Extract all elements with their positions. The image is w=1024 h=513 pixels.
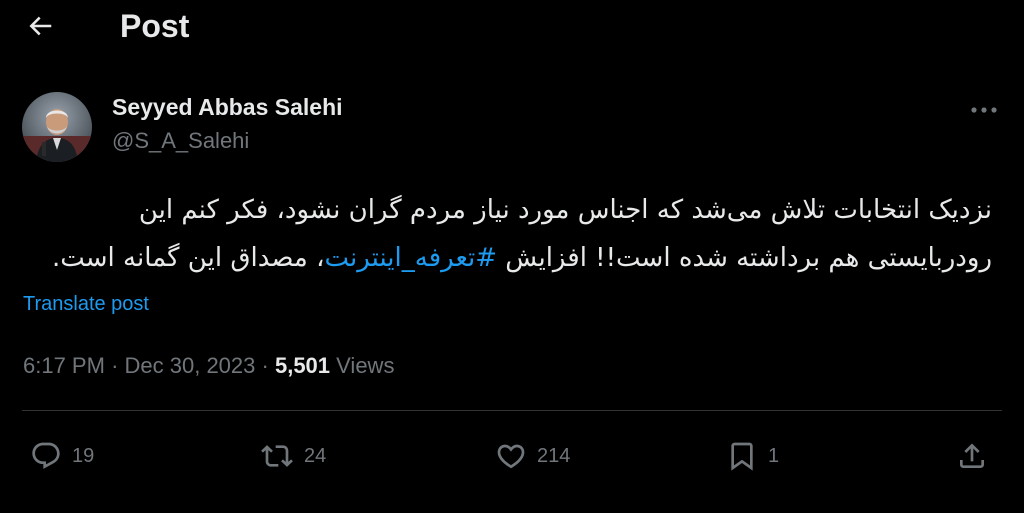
reply-button[interactable]: 19 xyxy=(30,436,94,476)
author-name[interactable]: Seyyed Abbas Salehi xyxy=(112,92,343,122)
hashtag-link[interactable]: #تعرفه_اینترنت xyxy=(325,243,498,273)
more-horizontal-icon xyxy=(971,107,997,113)
tweet-text: نزدیک انتخابات تلاش می‌شد که اجناس مورد … xyxy=(12,186,992,282)
tweet-line-2: رودربایستی هم برداشته شده است!! افزایش #… xyxy=(12,234,992,282)
meta-separator: · xyxy=(111,353,119,378)
author-handle[interactable]: @S_A_Salehi xyxy=(112,127,249,155)
views-label: Views xyxy=(336,353,395,378)
avatar[interactable] xyxy=(22,92,92,162)
translate-post-link[interactable]: Translate post xyxy=(23,290,149,318)
bookmark-count: 1 xyxy=(768,445,780,467)
header-bar: Post xyxy=(0,0,1024,56)
meta-separator: · xyxy=(261,353,269,378)
heart-icon xyxy=(497,444,525,469)
avatar-photo xyxy=(22,92,92,162)
share-button[interactable] xyxy=(956,436,988,476)
reply-count: 19 xyxy=(72,445,95,467)
reply-icon xyxy=(32,442,60,469)
bookmark-button[interactable]: 1 xyxy=(726,436,779,476)
back-button[interactable] xyxy=(20,8,60,44)
views-count: 5,501 xyxy=(274,353,331,378)
post-time[interactable]: 6:17 PM xyxy=(23,353,105,378)
page-title: Post xyxy=(120,8,190,44)
post-date[interactable]: Dec 30, 2023 xyxy=(125,353,256,378)
tweet-line-2-end: ، مصداق این گمانه است. xyxy=(51,243,325,273)
like-button[interactable]: 214 xyxy=(495,436,570,476)
repost-button[interactable]: 24 xyxy=(260,436,326,476)
tweet-line-1: نزدیک انتخابات تلاش می‌شد که اجناس مورد … xyxy=(138,195,992,225)
post-meta: 6:17 PM · Dec 30, 2023 · 5,501 Views xyxy=(23,352,394,380)
repost-count: 24 xyxy=(304,445,327,467)
repost-icon xyxy=(261,445,293,467)
tweet-line-2-start: رودربایستی هم برداشته شده است!! افزایش xyxy=(497,243,992,273)
arrow-left-icon xyxy=(29,16,52,36)
share-icon xyxy=(960,443,984,468)
divider-top xyxy=(22,410,1002,411)
like-count: 214 xyxy=(537,445,571,467)
more-options-button[interactable] xyxy=(966,98,1002,122)
bookmark-icon xyxy=(731,442,753,471)
